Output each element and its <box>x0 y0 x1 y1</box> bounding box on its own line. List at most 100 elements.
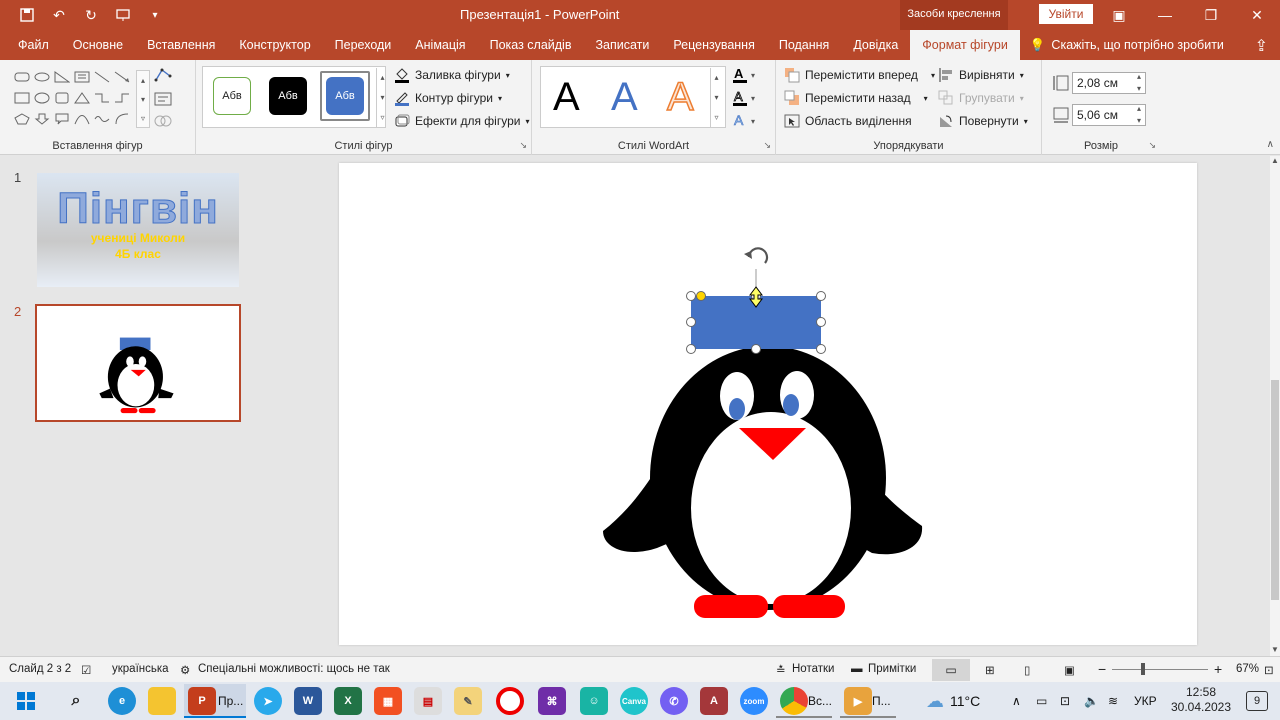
paint-icon[interactable]: ✎ <box>454 687 482 715</box>
shape-textbox-icon[interactable] <box>72 68 92 86</box>
merge-shapes-icon[interactable] <box>154 114 174 131</box>
slide-sorter-icon[interactable]: ⊞ <box>985 663 995 677</box>
shape-gallery[interactable] <box>12 68 132 128</box>
search-icon[interactable]: ⌕ <box>62 687 90 715</box>
shape-elbow2-icon[interactable] <box>112 89 132 107</box>
app2-icon[interactable]: ☺ <box>580 687 608 715</box>
tray-icon-1[interactable]: ▭ <box>1036 682 1047 720</box>
selection-pane-button[interactable]: Область виділення <box>784 113 912 129</box>
collapse-ribbon-icon[interactable]: ∧ <box>1267 139 1274 150</box>
language-status[interactable]: українська <box>112 663 169 675</box>
viber-icon[interactable]: ✆ <box>660 687 688 715</box>
text-outline-icon[interactable]: A ▾ <box>732 89 758 110</box>
wordart-orange[interactable]: A <box>666 74 694 120</box>
store-icon[interactable]: ▦ <box>374 687 402 715</box>
shape-fill-button[interactable]: Заливка фігури ▾ <box>394 67 510 83</box>
wordart-black[interactable]: A <box>553 75 580 120</box>
zoom-icon[interactable]: zoom <box>740 687 768 715</box>
show-hidden-icons[interactable]: ∧ <box>1012 682 1021 720</box>
zoom-level[interactable]: 67% <box>1236 663 1259 675</box>
shape-arc-icon[interactable] <box>112 110 132 128</box>
weather-widget[interactable]: ☁ 11°C <box>926 682 980 720</box>
shape-rect-icon[interactable] <box>12 89 32 107</box>
scroll-up-icon[interactable]: ▲ <box>1271 156 1279 165</box>
zoom-out-icon[interactable]: − <box>1098 661 1106 677</box>
tray-icon-2[interactable]: ⊡ <box>1060 682 1070 720</box>
shape-down-arrow-icon[interactable] <box>32 110 52 128</box>
tab-animations[interactable]: Анімація <box>403 30 477 60</box>
dialog-launcher-icon[interactable]: ↘ <box>763 140 771 151</box>
zoom-slider[interactable] <box>1112 669 1208 670</box>
edit-shape-icon[interactable] <box>154 68 176 85</box>
undo-icon[interactable]: ↶ <box>46 5 72 25</box>
notifications-badge[interactable]: 9 <box>1246 691 1268 711</box>
present-icon[interactable] <box>110 5 136 25</box>
canva-icon[interactable]: Canva <box>620 687 648 715</box>
close-button[interactable]: ✕ <box>1234 0 1280 30</box>
tab-slideshow[interactable]: Показ слайдів <box>478 30 584 60</box>
taskbar-chrome[interactable]: Вс... <box>776 684 832 718</box>
text-fill-icon[interactable]: A ▾ <box>732 66 758 87</box>
shape-triangle-icon[interactable] <box>52 68 72 86</box>
normal-view-icon[interactable]: ▭ <box>932 659 970 681</box>
shape-curve-icon[interactable] <box>72 110 92 128</box>
reading-view-icon[interactable]: ▯ <box>1024 663 1030 677</box>
shape-arrow-line-icon[interactable] <box>112 68 132 86</box>
accessibility-status[interactable]: Спеціальні можливості: щось не так <box>198 663 390 675</box>
group-button[interactable]: Групувати ▾ <box>938 90 1024 106</box>
comments-button[interactable]: Примітки <box>868 663 916 675</box>
draw-textbox-icon[interactable] <box>154 92 172 109</box>
customize-qat-icon[interactable]: ▾ <box>142 5 168 25</box>
scroll-thumb[interactable] <box>1271 380 1279 600</box>
notes-button[interactable]: Нотатки <box>792 663 834 675</box>
shape-line-icon[interactable] <box>92 68 112 86</box>
dialog-launcher-icon[interactable]: ↘ <box>1148 140 1156 151</box>
minimize-button[interactable]: — <box>1142 0 1188 30</box>
shape-oval-icon[interactable] <box>32 68 52 86</box>
style-selected-frame[interactable]: Абв <box>320 71 370 121</box>
shape-outline-button[interactable]: Контур фігури ▾ <box>394 90 502 106</box>
slide-thumbnail-2[interactable] <box>35 304 241 422</box>
shape-elbow-icon[interactable] <box>92 89 112 107</box>
clock[interactable]: 12:58 30.04.2023 <box>1170 685 1232 715</box>
vertical-scrollbar[interactable]: ▲ ▼ <box>1270 156 1280 656</box>
taskbar-media[interactable]: ▶ П... <box>840 684 896 718</box>
zoom-slider-thumb[interactable] <box>1141 663 1145 675</box>
tab-insert[interactable]: Вставлення <box>135 30 227 60</box>
file-explorer-icon[interactable] <box>148 687 176 715</box>
slideshow-view-icon[interactable]: ▣ <box>1064 663 1075 677</box>
spellcheck-icon[interactable]: ☑ <box>81 663 91 677</box>
align-button[interactable]: Вирівняти ▾ <box>938 67 1024 83</box>
tab-transitions[interactable]: Переходи <box>323 30 404 60</box>
save-icon[interactable] <box>14 5 40 25</box>
opera-icon[interactable] <box>496 687 524 715</box>
zoom-in-icon[interactable]: + <box>1214 661 1222 677</box>
shape-isosceles-icon[interactable] <box>72 89 92 107</box>
shape-callout-icon[interactable] <box>52 110 72 128</box>
shape-effects-button[interactable]: Ефекти для фігури ▾ <box>394 113 529 129</box>
style-gallery-scroll[interactable]: ▴ ▾ ▿ <box>376 68 388 128</box>
fit-slide-icon[interactable]: ⊡ <box>1264 663 1274 677</box>
dialog-launcher-icon[interactable]: ↘ <box>519 140 527 151</box>
app-icon[interactable]: ⌘ <box>538 687 566 715</box>
text-effects-icon[interactable]: A ▾ <box>732 112 758 133</box>
ribbon-display-icon[interactable]: ▣ <box>1096 0 1142 30</box>
tab-view[interactable]: Подання <box>767 30 841 60</box>
tab-review[interactable]: Рецензування <box>661 30 766 60</box>
wifi-icon[interactable]: ≋ <box>1108 682 1118 720</box>
tab-home[interactable]: Основне <box>61 30 135 60</box>
wordart-blue[interactable]: A <box>611 75 638 120</box>
tab-shape-format[interactable]: Формат фігури <box>910 30 1020 60</box>
width-input[interactable]: 5,06 см ▴ ▾ <box>1072 104 1146 126</box>
windows-start-icon[interactable] <box>12 687 40 715</box>
access-icon[interactable]: A <box>700 687 728 715</box>
shape-rect2-icon[interactable] <box>52 89 72 107</box>
excel-icon[interactable]: X <box>334 687 362 715</box>
bring-forward-button[interactable]: Перемістити вперед ▾ <box>784 67 935 83</box>
sign-in-button[interactable]: Увійти <box>1039 4 1093 24</box>
viewer-icon[interactable]: ▤ <box>414 687 442 715</box>
tab-record[interactable]: Записати <box>583 30 661 60</box>
send-backward-button[interactable]: Перемістити назад ▾ <box>784 90 928 106</box>
edge-icon[interactable]: e <box>108 687 136 715</box>
tab-help[interactable]: Довідка <box>841 30 910 60</box>
